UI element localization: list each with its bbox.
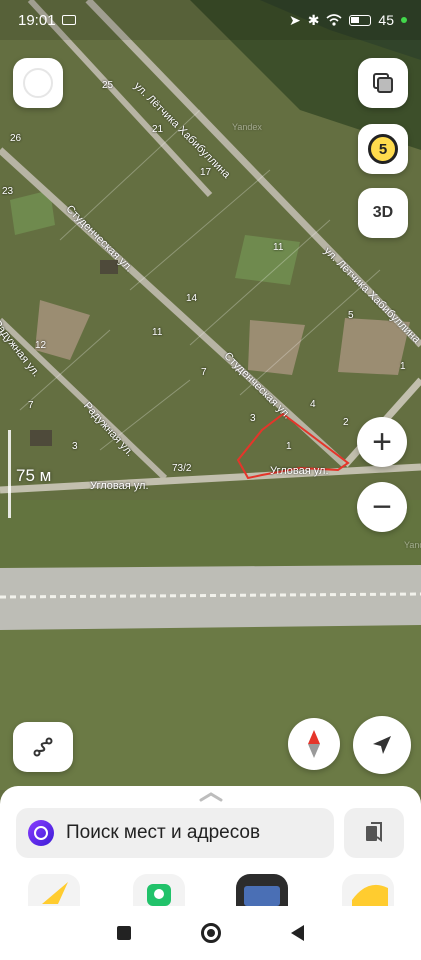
profile-button[interactable] <box>13 58 63 108</box>
plot-number: 3 <box>250 413 256 424</box>
battery-level: 45 <box>378 12 394 28</box>
plot-number: 11 <box>273 242 284 253</box>
location-arrow-icon: ➤ <box>288 11 301 28</box>
traffic-level: 5 <box>378 140 388 158</box>
recents-button[interactable] <box>117 926 131 940</box>
plot-number: 4 <box>310 399 316 410</box>
plus-icon: + <box>372 423 392 461</box>
scale-label: 75 м <box>16 466 52 485</box>
bluetooth-icon: ✱ <box>307 11 320 28</box>
navigation-arrow-icon <box>373 736 391 754</box>
status-notification-icon <box>61 15 76 25</box>
system-nav-bar <box>0 906 421 960</box>
profile-avatar-icon <box>23 68 53 98</box>
map-watermark: Yandex <box>404 540 421 550</box>
route-button[interactable] <box>13 722 73 772</box>
map-watermark: Yandex <box>232 122 262 132</box>
food-app-icon[interactable] <box>342 874 394 906</box>
status-bar: 19:01 ➤ ✱ 45 <box>0 0 421 40</box>
home-button[interactable] <box>201 923 221 943</box>
zoom-out-button[interactable]: − <box>357 482 407 532</box>
charging-dot-icon <box>401 17 407 23</box>
sheet-grabber-icon[interactable] <box>199 792 223 802</box>
3d-mode-label: 3D <box>372 204 394 221</box>
plot-number: 21 <box>152 124 164 135</box>
plot-number: 26 <box>10 133 22 144</box>
quick-actions-row <box>0 870 421 906</box>
bookmark-icon <box>366 822 382 842</box>
plot-number: 5 <box>348 310 354 321</box>
plot-number: 17 <box>200 167 212 178</box>
traffic-button[interactable]: 5 <box>358 124 408 174</box>
plot-number: 1 <box>286 441 292 452</box>
transport-app-icon[interactable] <box>236 874 288 906</box>
search-input[interactable]: Поиск мест и адресов <box>16 808 334 858</box>
minus-icon: − <box>372 488 392 526</box>
compass-icon <box>308 730 320 758</box>
plot-number: 7 <box>28 400 34 411</box>
plot-number: 7 <box>201 367 207 378</box>
plot-number: 1 <box>400 361 406 372</box>
compass-button[interactable] <box>288 718 340 770</box>
back-button[interactable] <box>291 925 304 941</box>
navigator-app-icon[interactable] <box>28 874 80 906</box>
layers-icon <box>373 73 393 93</box>
layers-button[interactable] <box>358 58 408 108</box>
3d-mode-button[interactable]: 3D <box>358 188 408 238</box>
plot-number: 14 <box>186 293 198 304</box>
wifi-icon <box>326 14 342 26</box>
taxi-app-icon[interactable] <box>133 874 185 906</box>
battery-icon <box>349 14 372 26</box>
plot-number: 2 <box>343 417 349 428</box>
scale-bar <box>8 430 11 518</box>
plot-number: 23 <box>2 186 14 197</box>
plot-number: 73/2 <box>172 463 192 474</box>
plot-number: 12 <box>35 340 47 351</box>
street-label: Угловая ул. <box>270 465 329 477</box>
street-label: Угловая ул. <box>90 480 149 492</box>
status-time: 19:01 <box>18 11 56 29</box>
plot-number: 25 <box>102 80 114 91</box>
plot-number: 11 <box>152 327 163 338</box>
my-location-button[interactable] <box>353 716 411 774</box>
plot-number: 3 <box>72 441 78 452</box>
bookmarks-button[interactable] <box>344 808 404 858</box>
search-placeholder: Поиск мест и адресов <box>66 822 261 843</box>
traffic-level-icon: 5 <box>368 134 398 164</box>
zoom-in-button[interactable]: + <box>357 417 407 467</box>
route-icon <box>33 737 53 757</box>
alice-voice-icon[interactable] <box>28 820 54 846</box>
